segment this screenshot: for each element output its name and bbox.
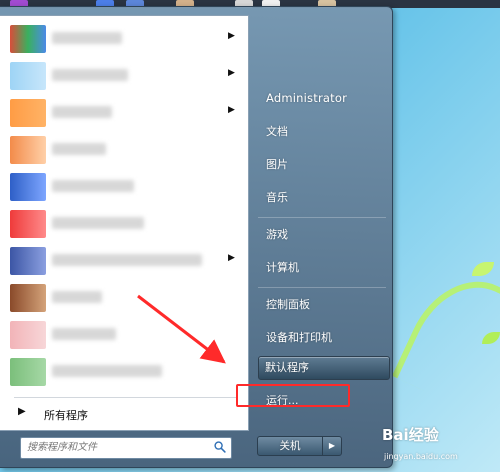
baidu-watermark-url: jingyan.baidu.com xyxy=(384,452,458,461)
baidu-watermark: Bai经验 xyxy=(382,426,439,444)
annotation-highlight-box xyxy=(236,384,350,407)
